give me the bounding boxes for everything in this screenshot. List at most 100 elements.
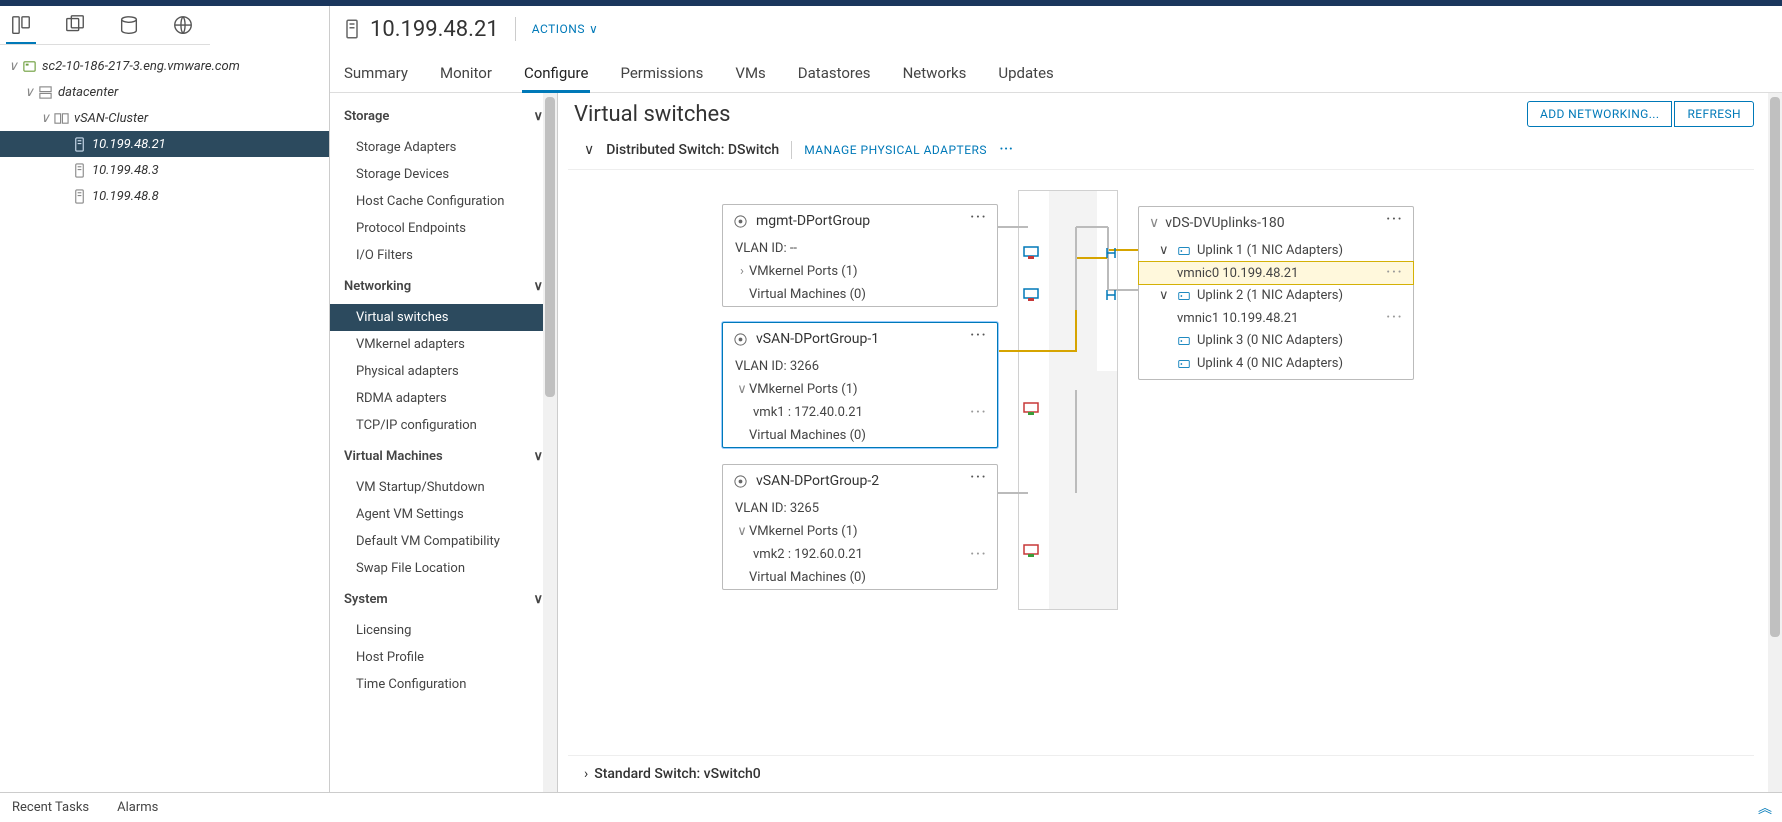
section-storage[interactable]: Storage∨: [330, 99, 557, 134]
tab-summary[interactable]: Summary: [342, 56, 410, 92]
more-icon[interactable]: ···: [1386, 268, 1403, 278]
vms-templates-icon[interactable]: [64, 14, 86, 36]
more-actions-icon[interactable]: ···: [999, 145, 1013, 155]
nav-item[interactable]: TCP/IP configuration: [330, 412, 557, 439]
chevron-right-icon: ›: [584, 766, 588, 782]
tab-vms[interactable]: VMs: [733, 56, 767, 92]
nav-item[interactable]: I/O Filters: [330, 242, 557, 269]
section-title: Virtual switches: [574, 102, 731, 127]
recent-tasks-tab[interactable]: Recent Tasks: [12, 800, 89, 815]
storage-icon[interactable]: [118, 14, 140, 36]
uplink-item[interactable]: Uplink 4 (0 NIC Adapters): [1139, 352, 1413, 379]
bottom-panel: Recent Tasks Alarms ︽: [0, 792, 1782, 822]
expand-panel-icon[interactable]: ︽: [1758, 798, 1772, 818]
nic-item[interactable]: vmnic1 10.199.48.21···: [1139, 307, 1413, 329]
pg-title: vSAN-DPortGroup-2: [756, 473, 879, 489]
refresh-button[interactable]: REFRESH: [1674, 101, 1754, 127]
nav-item[interactable]: Storage Devices: [330, 161, 557, 188]
uplink-item[interactable]: ∨Uplink 2 (1 NIC Adapters): [1139, 284, 1413, 307]
portgroup-icon: [733, 474, 748, 489]
nic-item-selected[interactable]: vmnic0 10.199.48.21···: [1139, 262, 1413, 284]
host-icon: [342, 19, 362, 39]
nav-item[interactable]: Swap File Location: [330, 555, 557, 582]
host-icon: [70, 137, 88, 152]
nav-item[interactable]: Time Configuration: [330, 671, 557, 698]
tab-permissions[interactable]: Permissions: [618, 56, 705, 92]
nav-item[interactable]: VMkernel adapters: [330, 331, 557, 358]
tab-datastores[interactable]: Datastores: [796, 56, 873, 92]
portgroup-box[interactable]: mgmt-DPortGroup··· VLAN ID: -- ›VMkernel…: [722, 204, 998, 307]
standard-switch-header[interactable]: › Standard Switch: vSwitch0: [568, 755, 1754, 792]
tab-configure[interactable]: Configure: [522, 56, 591, 92]
portgroup-box-selected[interactable]: vSAN-DPortGroup-1··· VLAN ID: 3266 ∨VMke…: [722, 322, 998, 448]
host-icon: [70, 163, 88, 178]
tree-node-vcenter[interactable]: ∨ sc2-10-186-217-3.eng.vmware.com: [0, 53, 329, 79]
portgroup-box[interactable]: vSAN-DPortGroup-2 ··· VLAN ID: 3265 ∨VMke…: [722, 464, 998, 590]
nav-item[interactable]: VM Startup/Shutdown: [330, 474, 557, 501]
tree-node-cluster[interactable]: ∨ vSAN-Cluster: [0, 105, 329, 131]
nav-item[interactable]: Storage Adapters: [330, 134, 557, 161]
chevron-down-icon: ∨: [22, 85, 36, 100]
pg-vmkernel-toggle[interactable]: ∨VMkernel Ports (1): [723, 378, 997, 401]
tree-label: 10.199.48.21: [92, 137, 166, 152]
add-networking-button[interactable]: ADD NETWORKING...: [1527, 101, 1672, 127]
nav-item[interactable]: Physical adapters: [330, 358, 557, 385]
chevron-down-icon: ∨: [533, 449, 543, 464]
scrollbar[interactable]: [1768, 93, 1782, 792]
tree-label: datacenter: [58, 85, 118, 100]
nav-item[interactable]: Host Cache Configuration: [330, 188, 557, 215]
tab-updates[interactable]: Updates: [996, 56, 1055, 92]
nav-item[interactable]: RDMA adapters: [330, 385, 557, 412]
tree-node-host[interactable]: 10.199.48.3: [0, 157, 329, 183]
uplinks-box[interactable]: ∨vDS-DVUplinks-180··· ∨Uplink 1 (1 NIC A…: [1138, 206, 1414, 380]
section-system[interactable]: System∨: [330, 582, 557, 617]
nav-item[interactable]: Licensing: [330, 617, 557, 644]
uplink-item[interactable]: Uplink 3 (0 NIC Adapters): [1139, 329, 1413, 352]
pg-vms: Virtual Machines (0): [723, 283, 997, 306]
tree-label: vSAN-Cluster: [74, 111, 148, 126]
scrollbar[interactable]: [543, 93, 557, 792]
chevron-down-icon: ∨: [533, 279, 543, 294]
chevron-right-icon: ›: [735, 264, 749, 279]
nav-item[interactable]: Protocol Endpoints: [330, 215, 557, 242]
nav-item[interactable]: Agent VM Settings: [330, 501, 557, 528]
chevron-down-icon: ∨: [6, 59, 20, 74]
more-icon[interactable]: ···: [1386, 313, 1403, 323]
section-networking[interactable]: Networking∨: [330, 269, 557, 304]
actions-dropdown[interactable]: ACTIONS ∨: [532, 22, 599, 36]
nav-item-virtual-switches[interactable]: Virtual switches: [330, 304, 557, 331]
more-icon[interactable]: ···: [970, 213, 987, 223]
tree-node-host[interactable]: 10.199.48.8: [0, 183, 329, 209]
pg-vmkernel-toggle[interactable]: ∨VMkernel Ports (1): [723, 520, 997, 543]
pg-vmkernel-toggle[interactable]: ›VMkernel Ports (1): [723, 260, 997, 283]
cluster-icon: [52, 111, 70, 126]
datacenter-icon: [36, 85, 54, 100]
tab-monitor[interactable]: Monitor: [438, 56, 494, 92]
tree-node-host[interactable]: 10.199.48.21: [0, 131, 329, 157]
manage-physical-adapters-link[interactable]: MANAGE PHYSICAL ADAPTERS: [804, 143, 987, 157]
tab-networks[interactable]: Networks: [901, 56, 969, 92]
tab-bar: Summary Monitor Configure Permissions VM…: [330, 52, 1782, 93]
hosts-clusters-icon[interactable]: [10, 14, 32, 36]
tree-label: 10.199.48.8: [92, 189, 159, 204]
uplink-item[interactable]: ∨Uplink 1 (1 NIC Adapters): [1139, 239, 1413, 262]
dswitch-header[interactable]: ∨ Distributed Switch: DSwitch MANAGE PHY…: [568, 135, 1754, 170]
tree-node-datacenter[interactable]: ∨ datacenter: [0, 79, 329, 105]
pg-vms: Virtual Machines (0): [723, 424, 997, 447]
pg-vlan: VLAN ID: 3265: [723, 497, 997, 520]
networking-icon[interactable]: [172, 14, 194, 36]
more-icon[interactable]: ···: [970, 473, 987, 483]
more-icon[interactable]: ···: [1386, 215, 1403, 225]
more-icon[interactable]: ···: [970, 331, 987, 341]
vmkernel-port[interactable]: vmk2 : 192.60.0.21···: [723, 543, 997, 566]
chevron-down-icon: ∨: [1159, 288, 1171, 303]
vmkernel-port[interactable]: vmk1 : 172.40.0.21···: [723, 401, 997, 424]
config-body: Virtual switches ADD NETWORKING... REFRE…: [558, 93, 1782, 792]
alarms-tab[interactable]: Alarms: [117, 800, 158, 815]
section-vms[interactable]: Virtual Machines∨: [330, 439, 557, 474]
more-icon[interactable]: ···: [970, 550, 987, 560]
nav-item[interactable]: Default VM Compatibility: [330, 528, 557, 555]
more-icon[interactable]: ···: [970, 408, 987, 418]
nav-item[interactable]: Host Profile: [330, 644, 557, 671]
nic-icon: [1177, 357, 1191, 371]
